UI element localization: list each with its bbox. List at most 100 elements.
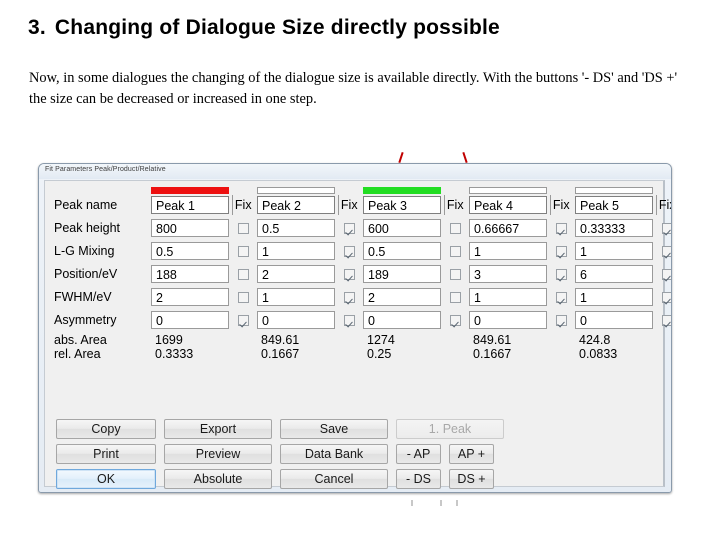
parameter-input[interactable]: 0.33333: [575, 219, 653, 237]
fix-checkbox-cell: [444, 264, 466, 284]
peak-color-bar-cell: [466, 185, 550, 195]
fix-checkbox[interactable]: [555, 245, 567, 257]
value-cell: 1: [254, 241, 338, 261]
cancel-button[interactable]: Cancel: [280, 469, 388, 489]
table-row: Asymmetry 0 0 0 0 0: [45, 310, 671, 330]
peak-color-bar[interactable]: [575, 186, 653, 194]
ok-button[interactable]: OK: [56, 469, 156, 489]
parameter-input[interactable]: 2: [151, 288, 229, 306]
ap-button[interactable]: AP +: [449, 444, 494, 464]
fix-checkbox[interactable]: [555, 314, 567, 326]
parameter-input[interactable]: 0.66667: [469, 219, 547, 237]
fix-checkbox[interactable]: [343, 291, 355, 303]
fix-checkbox[interactable]: [343, 268, 355, 280]
table-row: Peak name Peak 1 Fix Peak 2 Fix Peak 3 Fix Peak…: [45, 195, 671, 215]
preview-button[interactable]: Preview: [164, 444, 272, 464]
fix-checkbox[interactable]: [343, 245, 355, 257]
value-cell: 3: [466, 264, 550, 284]
fix-checkbox[interactable]: [555, 291, 567, 303]
parameter-input[interactable]: 0.5: [257, 219, 335, 237]
parameter-input[interactable]: 800: [151, 219, 229, 237]
value-cell: 0.5: [360, 241, 444, 261]
fix-checkbox[interactable]: [449, 314, 461, 326]
parameter-input[interactable]: 2: [363, 288, 441, 306]
parameter-input[interactable]: 0: [151, 311, 229, 329]
peak-name-input[interactable]: Peak 2: [257, 196, 335, 214]
fix-checkbox[interactable]: [661, 314, 671, 326]
save-button[interactable]: Save: [280, 419, 388, 439]
parameter-input[interactable]: 1: [469, 288, 547, 306]
fix-checkbox-cell: [338, 241, 360, 261]
peak-color-bar[interactable]: [151, 186, 229, 194]
print-button[interactable]: Print: [56, 444, 156, 464]
row-label: abs. Area: [54, 333, 107, 347]
export-button[interactable]: Export: [164, 419, 272, 439]
peak-name-cell: Peak 2: [254, 195, 338, 215]
dialog-button-area: Copy Export Save 1. Peak Print Preview Data Ba…: [45, 419, 663, 489]
parameter-input[interactable]: 1: [257, 242, 335, 260]
fix-checkbox[interactable]: [343, 314, 355, 326]
parameter-input[interactable]: 2: [257, 265, 335, 283]
fix-checkbox[interactable]: [237, 314, 249, 326]
fix-checkbox[interactable]: [449, 245, 461, 257]
peak-color-bar[interactable]: [363, 186, 441, 194]
fix-checkbox[interactable]: [237, 268, 249, 280]
fix-checkbox[interactable]: [661, 291, 671, 303]
fit-parameters-dialog[interactable]: Fit Parameters Peak/Product/Relative Pea…: [38, 163, 672, 493]
parameter-input[interactable]: 0: [363, 311, 441, 329]
fix-checkbox[interactable]: [555, 222, 567, 234]
fix-empty-cell: [656, 333, 671, 347]
fix-checkbox[interactable]: [449, 268, 461, 280]
fix-checkbox[interactable]: [661, 245, 671, 257]
fix-empty-cell: [338, 333, 360, 347]
fix-checkbox[interactable]: [449, 291, 461, 303]
peak-name-input[interactable]: Peak 1: [151, 196, 229, 214]
fix-checkbox[interactable]: [661, 222, 671, 234]
absolute-button[interactable]: Absolute: [164, 469, 272, 489]
ds-button[interactable]: - DS: [396, 469, 441, 489]
parameter-input[interactable]: 600: [363, 219, 441, 237]
parameter-input[interactable]: 0: [469, 311, 547, 329]
parameter-input[interactable]: 1: [575, 288, 653, 306]
fix-checkbox[interactable]: [343, 222, 355, 234]
value-cell: 1: [466, 287, 550, 307]
row-label: Asymmetry: [54, 313, 117, 327]
parameter-input[interactable]: 0: [575, 311, 653, 329]
data-bank-button[interactable]: Data Bank: [280, 444, 388, 464]
parameter-input[interactable]: 6: [575, 265, 653, 283]
parameter-input[interactable]: 3: [469, 265, 547, 283]
fix-checkbox[interactable]: [555, 268, 567, 280]
ds-button[interactable]: DS +: [449, 469, 494, 489]
peak-name-input[interactable]: Peak 4: [469, 196, 547, 214]
annotation-tick-bottom-1: [411, 500, 413, 506]
ap-button[interactable]: - AP: [396, 444, 441, 464]
dialog-titlebar[interactable]: Fit Parameters Peak/Product/Relative: [39, 164, 671, 179]
fix-checkbox[interactable]: [237, 222, 249, 234]
parameter-input[interactable]: 189: [363, 265, 441, 283]
fix-empty-cell: [444, 347, 466, 361]
parameter-input[interactable]: 0.5: [151, 242, 229, 260]
parameter-input[interactable]: 1: [257, 288, 335, 306]
fix-checkbox-cell: [444, 310, 466, 330]
fix-checkbox[interactable]: [237, 291, 249, 303]
parameter-input[interactable]: 1: [469, 242, 547, 260]
parameter-input[interactable]: 188: [151, 265, 229, 283]
parameter-input[interactable]: 0: [257, 311, 335, 329]
parameter-input[interactable]: 1: [575, 242, 653, 260]
parameter-input[interactable]: 0.5: [363, 242, 441, 260]
fix-empty-cell: [550, 333, 572, 347]
peak-name-cell: Peak 3: [360, 195, 444, 215]
readonly-value: 849.61: [473, 333, 512, 347]
peak-color-bar[interactable]: [469, 186, 547, 194]
copy-button[interactable]: Copy: [56, 419, 156, 439]
fix-checkbox[interactable]: [237, 245, 249, 257]
color-bar-fix-spacer: [444, 185, 466, 195]
value-cell: 0.5: [254, 218, 338, 238]
color-bar-fix-spacer: [232, 185, 254, 195]
fix-checkbox[interactable]: [661, 268, 671, 280]
value-cell: 1: [572, 287, 656, 307]
peak-name-input[interactable]: Peak 3: [363, 196, 441, 214]
peak-color-bar[interactable]: [257, 186, 335, 194]
fix-checkbox[interactable]: [449, 222, 461, 234]
peak-name-input[interactable]: Peak 5: [575, 196, 653, 214]
